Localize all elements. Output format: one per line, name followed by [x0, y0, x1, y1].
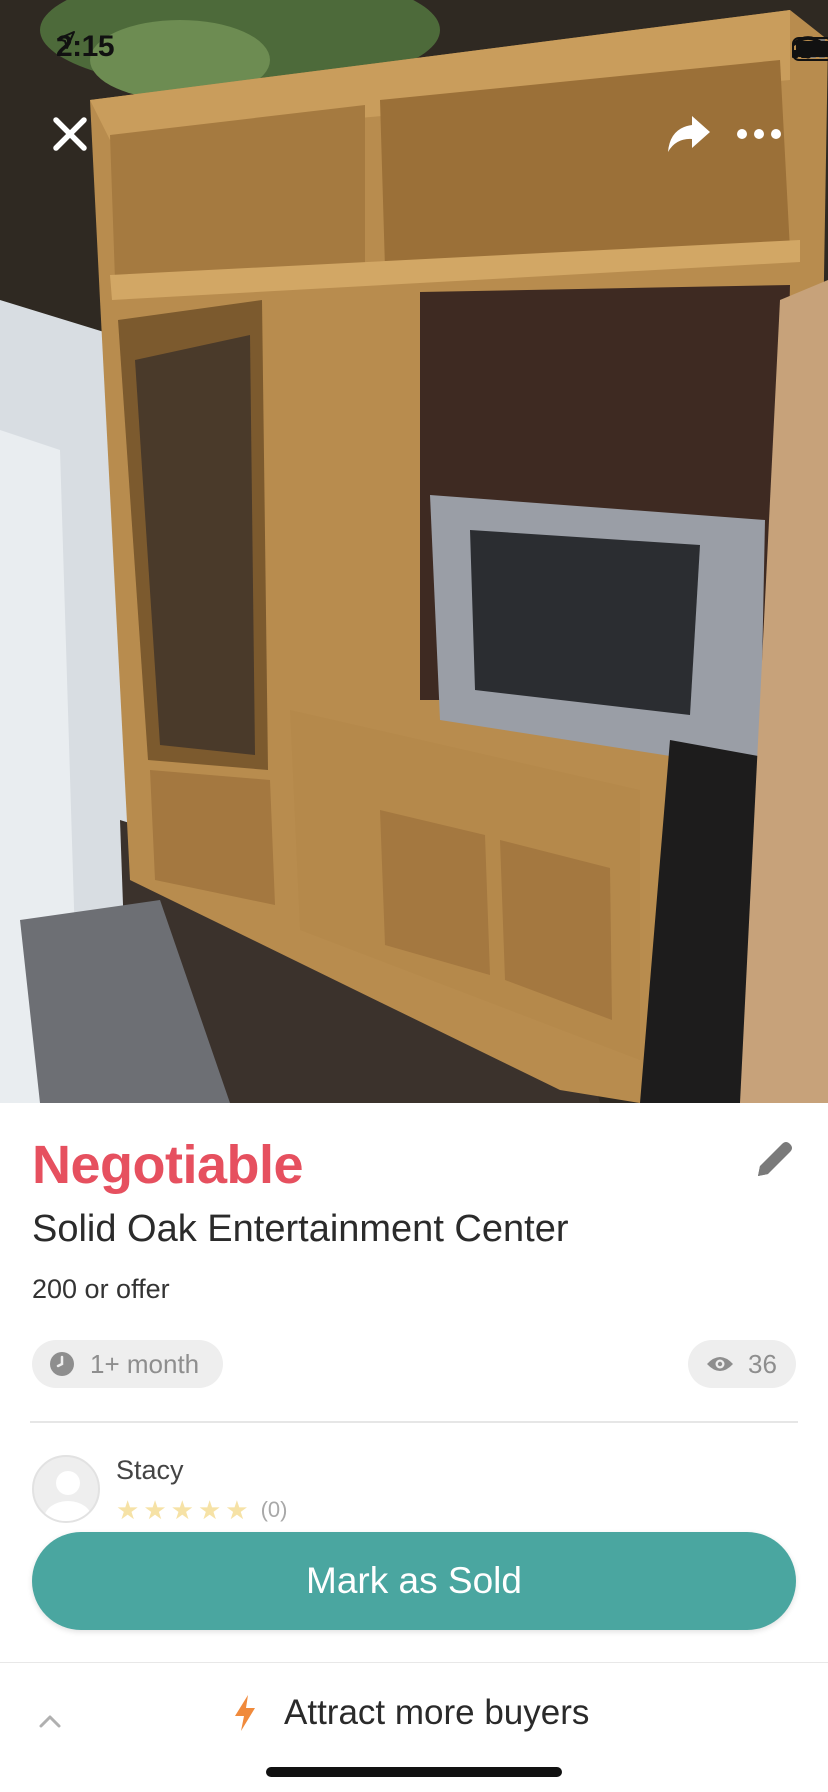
- star-icon: ★: [225, 1495, 249, 1525]
- listing-title: Solid Oak Entertainment Center: [32, 1208, 569, 1250]
- eye-icon: [707, 1357, 733, 1371]
- attract-buyers-link[interactable]: Attract more buyers: [232, 1693, 589, 1733]
- star-icon: ★: [197, 1495, 222, 1525]
- status-time: 2:15: [56, 30, 115, 64]
- section-divider: [30, 1421, 798, 1423]
- listing-price: Negotiable: [32, 1135, 304, 1195]
- posted-age-text: 1+ month: [90, 1348, 200, 1379]
- seller-rating: ★ ★ ★ ★ ★ (0): [116, 1497, 287, 1523]
- star-icon: ★: [143, 1495, 167, 1525]
- chevron-up-icon[interactable]: [38, 1713, 62, 1729]
- clock-icon: [50, 1352, 74, 1376]
- battery-icon: [792, 37, 828, 61]
- pencil-icon: [758, 1142, 792, 1176]
- more-icon: [737, 129, 781, 139]
- seller-avatar[interactable]: [32, 1455, 100, 1523]
- location-arrow-icon: [57, 31, 75, 49]
- share-icon: [668, 116, 710, 152]
- seller-name[interactable]: Stacy: [116, 1455, 184, 1486]
- listing-photo[interactable]: 2:15: [0, 0, 828, 1103]
- attract-buyers-label: Attract more buyers: [284, 1693, 590, 1732]
- rating-count: (0): [260, 1497, 288, 1522]
- more-button[interactable]: [734, 112, 784, 156]
- star-icon: ★: [170, 1495, 194, 1525]
- star-icon: ★: [116, 1495, 140, 1525]
- close-button[interactable]: [48, 112, 92, 156]
- home-indicator: [266, 1767, 562, 1777]
- view-count-badge: 36: [688, 1340, 796, 1388]
- share-button[interactable]: [664, 112, 714, 156]
- entertainment-center-image: [0, 0, 828, 1103]
- listing-description: 200 or offer: [32, 1274, 170, 1304]
- posted-age-badge: 1+ month: [32, 1340, 224, 1388]
- edit-button[interactable]: [750, 1136, 798, 1184]
- promote-bar[interactable]: Attract more buyers: [0, 1662, 828, 1792]
- mark-as-sold-button[interactable]: Mark as Sold: [32, 1532, 796, 1630]
- view-count-text: 36: [748, 1348, 777, 1379]
- user-avatar-icon: [44, 1471, 92, 1521]
- close-icon: [53, 117, 87, 151]
- lightning-icon: [235, 1695, 255, 1731]
